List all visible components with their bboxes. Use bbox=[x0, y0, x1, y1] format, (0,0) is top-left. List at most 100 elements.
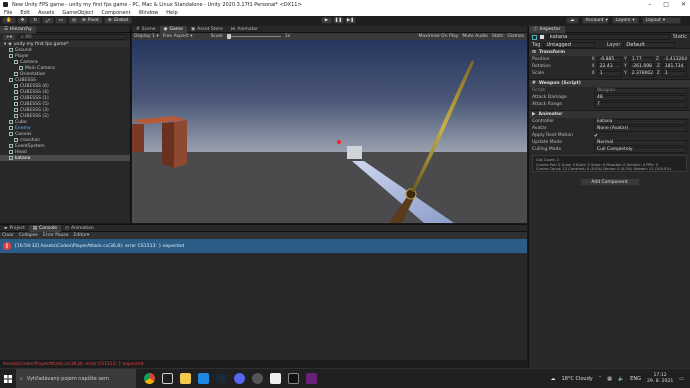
tab-animation[interactable]: ◷ Animation bbox=[61, 225, 98, 232]
file-explorer-icon[interactable] bbox=[180, 373, 191, 384]
transform-header[interactable]: ⊞ Transform bbox=[529, 48, 690, 56]
maximize-icon[interactable]: □ bbox=[663, 1, 669, 8]
menu-file[interactable]: File bbox=[4, 10, 12, 16]
window-titlebar: New Unity FPS game - unity my first fps … bbox=[0, 0, 690, 9]
close-icon[interactable]: ✕ bbox=[681, 1, 686, 8]
tab-project[interactable]: ▰ Project bbox=[0, 225, 29, 232]
position-x-field[interactable]: -0.885 bbox=[596, 56, 622, 63]
hierarchy-panel: ☰ Hierarchy +▾ ⌕ All ▾ ◈ unity my first fp… bbox=[0, 25, 131, 223]
windows-start-icon[interactable] bbox=[0, 369, 16, 388]
rotate-tool-button[interactable]: ↻ bbox=[29, 17, 42, 24]
rotation-y-field[interactable]: -261.098 bbox=[628, 63, 655, 70]
rect-tool-button[interactable]: ▭ bbox=[54, 17, 68, 24]
rotation-x-field[interactable]: 22.43 bbox=[596, 63, 622, 70]
clear-button[interactable]: Clear bbox=[2, 233, 14, 238]
tag-dropdown[interactable]: Untagged bbox=[543, 41, 596, 48]
editor-dropdown[interactable]: Editor▾ bbox=[74, 233, 90, 238]
object-name-input[interactable]: katana bbox=[547, 34, 670, 40]
position-z-field[interactable]: -1.413264 bbox=[661, 56, 687, 63]
error-pause-toggle[interactable]: Error Pause bbox=[43, 233, 69, 238]
menu-help[interactable]: Help bbox=[166, 10, 177, 16]
pivot-button[interactable]: ⊕ Pivot bbox=[78, 17, 103, 24]
notifications-icon[interactable]: ▭ bbox=[679, 376, 684, 382]
scale-tool-button[interactable]: ⤢ bbox=[42, 17, 54, 24]
animator-header[interactable]: ▶ Animator bbox=[529, 110, 690, 118]
step-button[interactable]: ▶❚ bbox=[345, 17, 356, 24]
steam-icon[interactable] bbox=[216, 373, 227, 384]
network-icon[interactable]: ▦ bbox=[607, 376, 612, 382]
menu-component[interactable]: Component bbox=[102, 10, 131, 16]
taskbar-search-input[interactable]: ⌕ Vyhľadávaný pojem napíšte sem bbox=[16, 368, 136, 388]
attack-damage-field[interactable]: 48 bbox=[594, 94, 687, 101]
global-button[interactable]: ⊛ Global bbox=[103, 17, 132, 24]
avatar-field[interactable]: None (Avatar) bbox=[594, 125, 687, 132]
chrome-icon[interactable] bbox=[144, 373, 155, 384]
culling-mode-dropdown[interactable]: Cull Completely bbox=[594, 146, 687, 153]
unity-hub-icon[interactable] bbox=[270, 373, 281, 384]
mute-audio-toggle[interactable]: Mute Audio bbox=[462, 34, 488, 39]
scale-slider[interactable] bbox=[226, 34, 281, 39]
menu-assets[interactable]: Assets bbox=[38, 10, 54, 16]
clock[interactable]: 17:12 29. 8. 2021 bbox=[647, 373, 673, 384]
minimize-icon[interactable]: – bbox=[648, 1, 651, 8]
hierarchy-item[interactable]: katana bbox=[0, 155, 130, 161]
rotation-z-field[interactable]: 181.734 bbox=[661, 63, 688, 70]
create-button[interactable]: +▾ bbox=[2, 33, 17, 41]
attack-range-field[interactable]: 7 bbox=[594, 101, 687, 108]
weather-text[interactable]: 18°C Cloudy bbox=[562, 376, 593, 382]
scale-z-field[interactable]: 1 bbox=[661, 70, 688, 77]
tray-chevron-icon[interactable]: ˄ bbox=[599, 376, 602, 382]
display-dropdown[interactable]: Display 1 ▾ bbox=[134, 34, 159, 39]
distant-cube bbox=[347, 146, 362, 159]
store-icon[interactable] bbox=[198, 373, 209, 384]
settings-icon[interactable] bbox=[252, 373, 263, 384]
collab-icon[interactable]: ☁ bbox=[566, 17, 579, 24]
tab-scene[interactable]: # Scene bbox=[132, 26, 160, 33]
status-error-text[interactable]: Assets\Codes\PlayerAttack.cs(36,8): erro… bbox=[3, 362, 144, 367]
scale-slider-handle[interactable] bbox=[226, 34, 231, 39]
game-viewport[interactable] bbox=[132, 40, 527, 223]
pause-button[interactable]: ❚❚ bbox=[333, 17, 344, 24]
root-motion-checkbox[interactable]: ✔ bbox=[594, 133, 598, 139]
hand-tool-button[interactable]: ✋ bbox=[2, 17, 16, 24]
weapon-script-header[interactable]: # Weapon (Script) bbox=[529, 79, 690, 87]
menu-edit[interactable]: Edit bbox=[20, 10, 30, 16]
play-button[interactable]: ▶ bbox=[321, 17, 332, 24]
menu-window[interactable]: Window bbox=[139, 10, 159, 16]
menu-gameobject[interactable]: GameObject bbox=[62, 10, 93, 16]
update-mode-dropdown[interactable]: Normal bbox=[594, 139, 687, 146]
tab-animator[interactable]: ⋈ Animator bbox=[227, 26, 262, 33]
gizmos-toggle[interactable]: Gizmos bbox=[507, 34, 524, 39]
controller-field[interactable]: katana bbox=[594, 118, 687, 125]
position-y-field[interactable]: 1.77 bbox=[628, 56, 654, 63]
visual-studio-icon[interactable] bbox=[306, 373, 317, 384]
layout-dropdown[interactable]: Layout ▾ bbox=[641, 17, 681, 24]
tab-asset-store[interactable]: ▣ Asset Store bbox=[187, 26, 227, 33]
console-error-entry[interactable]: ! [16:59:32] Assets\Codes\PlayerAttack.c… bbox=[0, 239, 527, 253]
layers-dropdown[interactable]: Layers ▾ bbox=[611, 17, 639, 24]
tab-console[interactable]: ▤ Console bbox=[28, 224, 62, 232]
task-view-icon[interactable] bbox=[162, 373, 173, 384]
volume-icon[interactable]: 🔈 bbox=[618, 376, 624, 382]
move-tool-button[interactable]: ✥ bbox=[16, 17, 29, 24]
collapse-toggle[interactable]: Collapse bbox=[19, 233, 38, 238]
console-icon: ▤ bbox=[32, 225, 38, 231]
hierarchy-search-input[interactable]: ⌕ All bbox=[18, 34, 128, 40]
gameobject-icon bbox=[14, 84, 18, 88]
maximize-on-play-toggle[interactable]: Maximize On Play bbox=[418, 34, 458, 39]
tab-game[interactable]: ◉ Game bbox=[159, 25, 187, 33]
language-indicator[interactable]: ENG bbox=[630, 376, 641, 382]
unity-icon[interactable] bbox=[288, 373, 299, 384]
add-component-button[interactable]: Add Component bbox=[579, 178, 640, 186]
stats-toggle[interactable]: Stats bbox=[492, 34, 504, 39]
discord-icon[interactable] bbox=[234, 373, 245, 384]
active-checkbox[interactable] bbox=[540, 35, 544, 39]
account-dropdown[interactable]: Account ▾ bbox=[581, 17, 609, 24]
static-label[interactable]: Static bbox=[673, 34, 687, 40]
tab-hierarchy[interactable]: ☰ Hierarchy bbox=[0, 25, 36, 33]
scale-y-field[interactable]: 2.378002 bbox=[628, 70, 655, 77]
scale-x-field[interactable]: 1 bbox=[596, 70, 622, 77]
aspect-dropdown[interactable]: Free Aspect ▾ bbox=[163, 34, 193, 39]
layer-dropdown[interactable]: Default bbox=[623, 41, 676, 48]
tab-inspector[interactable]: ⓘ Inspector bbox=[529, 25, 565, 33]
